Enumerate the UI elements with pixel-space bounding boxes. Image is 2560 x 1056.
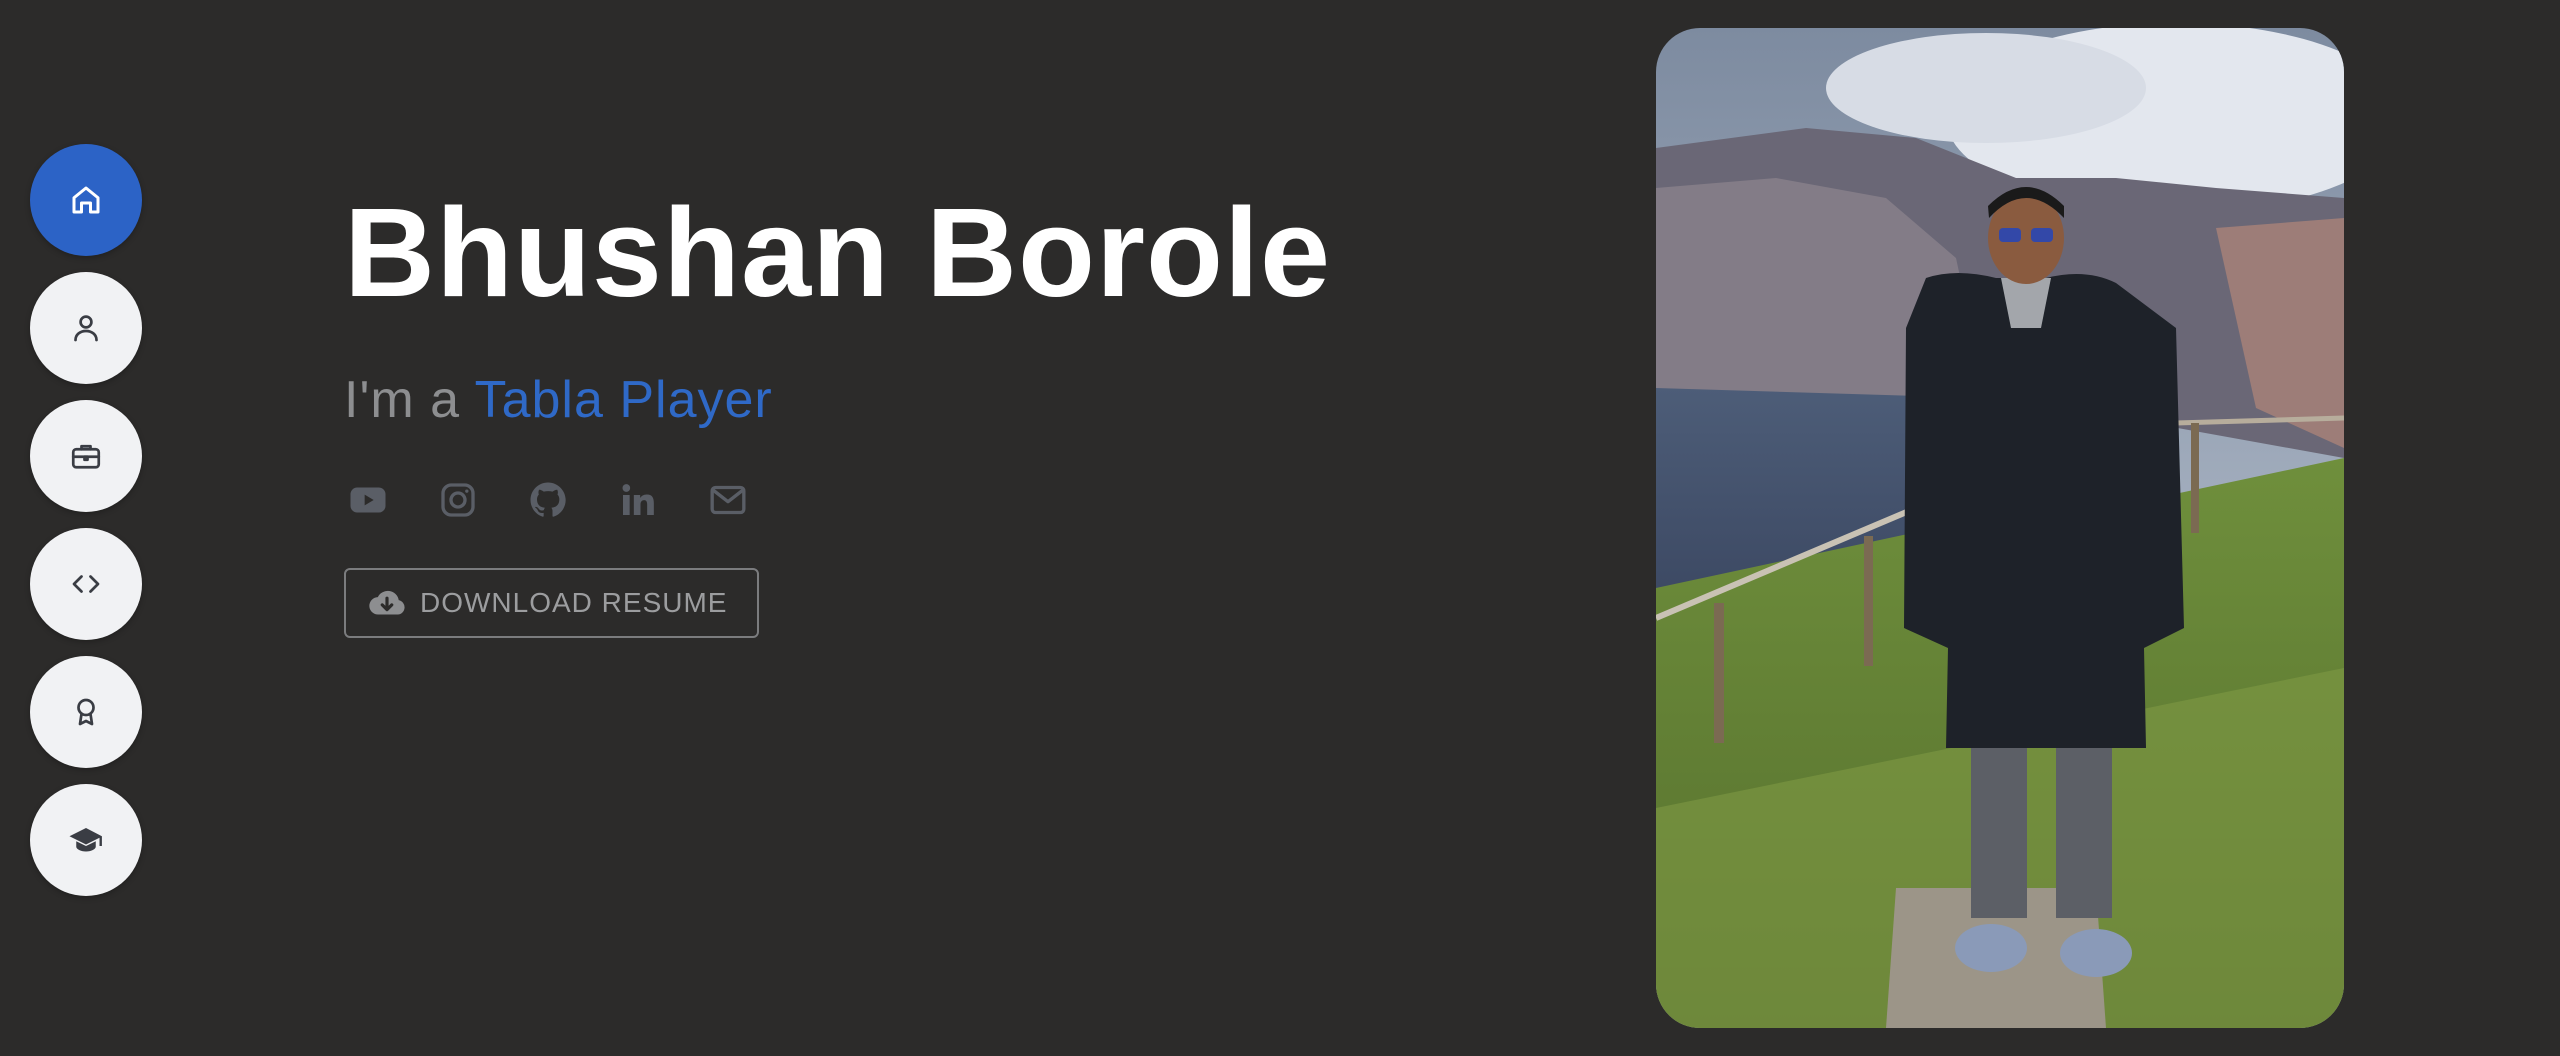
mail-icon: [710, 485, 746, 515]
graduation-cap-icon: [69, 828, 102, 852]
nav-about-button[interactable]: [30, 272, 142, 384]
page: Bhushan Borole I'm a Tabla Player DOWNLO…: [0, 0, 2560, 1056]
download-resume-button[interactable]: DOWNLOAD RESUME: [344, 568, 760, 638]
linkedin-icon: [622, 484, 654, 515]
tagline-prefix: I'm a: [344, 371, 475, 429]
nav-projects-button[interactable]: [30, 528, 142, 640]
sidebar-nav: [30, 144, 142, 896]
github-link[interactable]: [528, 480, 568, 520]
linkedin-link[interactable]: [618, 480, 658, 520]
nav-home-button[interactable]: [30, 144, 142, 256]
briefcase-icon: [71, 444, 101, 469]
award-icon: [77, 698, 95, 726]
hero-tagline: I'm a Tabla Player: [344, 370, 1331, 430]
hero-section: Bhushan Borole I'm a Tabla Player DOWNLO…: [344, 178, 1331, 638]
hero-name: Bhushan Borole: [344, 182, 1332, 323]
nav-achievements-button[interactable]: [30, 656, 142, 768]
instagram-link[interactable]: [438, 480, 478, 520]
home-icon: [72, 186, 100, 214]
instagram-icon: [441, 483, 475, 517]
cloud-download-icon: [369, 590, 405, 615]
nav-experience-button[interactable]: [30, 400, 142, 512]
profile-photo: [1656, 28, 2344, 1028]
social-links: [348, 480, 1331, 520]
youtube-link[interactable]: [348, 480, 388, 520]
tagline-role: Tabla Player: [474, 371, 773, 429]
user-icon: [74, 315, 98, 342]
email-link[interactable]: [708, 480, 748, 520]
github-icon: [530, 482, 566, 517]
nav-education-button[interactable]: [30, 784, 142, 896]
code-icon: [72, 575, 100, 593]
youtube-icon: [350, 487, 386, 513]
download-resume-label: DOWNLOAD RESUME: [420, 587, 728, 618]
